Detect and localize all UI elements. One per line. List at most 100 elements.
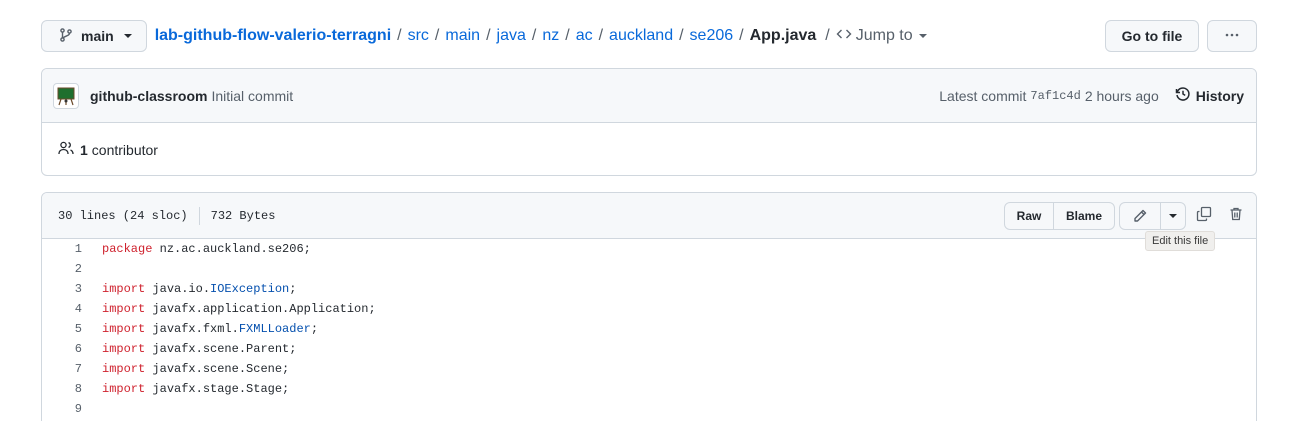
branch-name: main [81,28,114,44]
code-text: import javafx.scene.Scene; [82,362,289,376]
keyword: package [102,242,153,256]
breadcrumb-link-main[interactable]: main [445,27,480,45]
divider [198,207,200,225]
breadcrumb-separator: / [565,27,570,44]
code-line: 1 package nz.ac.auckland.se206; [42,239,1256,259]
code-line: 5 import javafx.fxml.FXMLLoader; [42,319,1256,339]
line-number[interactable]: 7 [42,362,82,376]
code-line: 6 import javafx.scene.Parent; [42,339,1256,359]
keyword: import [102,362,146,376]
line-number[interactable]: 3 [42,282,82,296]
breadcrumb-link-auckland[interactable]: auckland [609,27,673,45]
code-rest: javafx.application.Application; [145,302,376,316]
code-line: 4 import javafx.application.Application; [42,299,1256,319]
history-label: History [1195,87,1244,104]
file-header: 30 lines (24 sloc) 732 Bytes Raw Blame [42,193,1256,239]
raw-blame-group: Raw Blame [1004,202,1115,230]
code-rest: javafx.scene.Scene; [145,362,290,376]
keyword: import [102,322,146,336]
contributors-row[interactable]: 1 contributor [42,123,1256,175]
breadcrumb-repo-link[interactable]: lab-github-flow-valerio-terragni [155,27,391,45]
go-to-file-button[interactable]: Go to file [1105,20,1199,52]
breadcrumb-link-nz[interactable]: nz [542,27,559,45]
line-number[interactable]: 8 [42,382,82,396]
file-size: 732 Bytes [210,209,276,223]
branch-selector-button[interactable]: main [41,20,147,52]
keyword: import [102,282,146,296]
trash-icon[interactable] [1228,206,1244,226]
breadcrumb-separator: / [397,27,402,44]
edit-button-group [1119,202,1186,230]
chevron-down-icon [1169,214,1177,218]
avatar[interactable] [53,82,79,109]
keyword: import [102,302,146,316]
breadcrumb-link-ac[interactable]: ac [576,27,593,45]
code-line: 2 [42,259,1256,279]
code-text: import javafx.application.Application; [82,302,376,316]
commit-author-link[interactable]: github-classroom [90,88,207,104]
commit-header: github-classroom Initial commit Latest c… [42,69,1256,123]
line-number[interactable]: 1 [42,242,82,256]
latest-commit-info: Latest commit 7af1c4d 2 hours ago [939,88,1159,104]
line-number[interactable]: 4 [42,302,82,316]
chevron-down-icon [918,34,927,38]
more-options-button[interactable] [1207,20,1257,52]
code-rest: javafx.scene.Parent; [145,342,297,356]
code-tail: ; [289,282,297,296]
line-number[interactable]: 2 [42,262,82,276]
chevron-down-icon [123,34,132,38]
edit-file-button[interactable] [1120,203,1161,229]
git-branch-icon [58,27,74,46]
code-line: 7 import javafx.scene.Scene; [42,359,1256,379]
jump-to-button[interactable]: Jump to [836,26,927,47]
keyword: import [102,342,146,356]
line-number[interactable]: 5 [42,322,82,336]
people-icon [58,140,74,159]
edit-file-tooltip: Edit this file [1145,231,1216,251]
commit-sha-link[interactable]: 7af1c4d [1030,89,1080,103]
breadcrumb-separator: / [598,27,604,44]
breadcrumb: lab-github-flow-valerio-terragni / src /… [155,26,927,47]
code-rest: javafx.stage.Stage; [145,382,290,396]
code-line: 8 import javafx.stage.Stage; [42,379,1256,399]
contributor-count: 1 [80,141,88,158]
code-text: import javafx.scene.Parent; [82,342,296,356]
breadcrumb-link-java[interactable]: java [497,27,526,45]
raw-button[interactable]: Raw [1005,203,1054,229]
edit-dropdown-button[interactable] [1161,203,1185,229]
breadcrumb-separator: / [531,27,537,44]
code-rest: javafx.fxml. [145,322,239,336]
copy-icon[interactable] [1196,206,1212,226]
file-viewer: 30 lines (24 sloc) 732 Bytes Raw Blame 1… [41,192,1257,421]
type-name: FXMLLoader [238,322,311,336]
line-number[interactable]: 9 [42,402,82,416]
blame-button[interactable]: Blame [1054,203,1114,229]
code-rest: java.io. [145,282,211,296]
code-rest: nz.ac.auckland.se206; [152,242,311,256]
code-text: import java.io.IOException; [82,282,296,296]
code-icon [836,26,852,47]
file-navigation: main lab-github-flow-valerio-terragni / … [41,20,1257,52]
code-view: 1 package nz.ac.auckland.se206; 2 3 import… [42,239,1256,419]
breadcrumb-link-se206[interactable]: se206 [690,27,734,45]
history-button[interactable]: History [1175,86,1244,105]
code-line: 9 [42,399,1256,419]
latest-commit-label: Latest commit [939,87,1027,104]
code-text: import javafx.stage.Stage; [82,382,289,396]
file-info: 30 lines (24 sloc) 732 Bytes [58,193,275,239]
code-tail: ; [310,322,319,336]
pencil-icon [1134,209,1147,222]
breadcrumb-file-name: App.java [749,27,817,44]
code-text: package nz.ac.auckland.se206; [82,242,311,256]
type-name: IOException [210,282,290,296]
breadcrumb-separator: / [739,27,744,44]
jump-to-label: Jump to [855,27,913,44]
file-line-count: 30 lines (24 sloc) [58,209,188,223]
keyword: import [102,382,146,396]
commit-message-link[interactable]: Initial commit [211,88,293,104]
contributor-label: contributor [91,141,158,158]
line-number[interactable]: 6 [42,342,82,356]
commit-info-box: github-classroom Initial commit Latest c… [41,68,1257,176]
code-text: import javafx.fxml.FXMLLoader; [82,322,318,336]
breadcrumb-link-src[interactable]: src [408,27,429,45]
